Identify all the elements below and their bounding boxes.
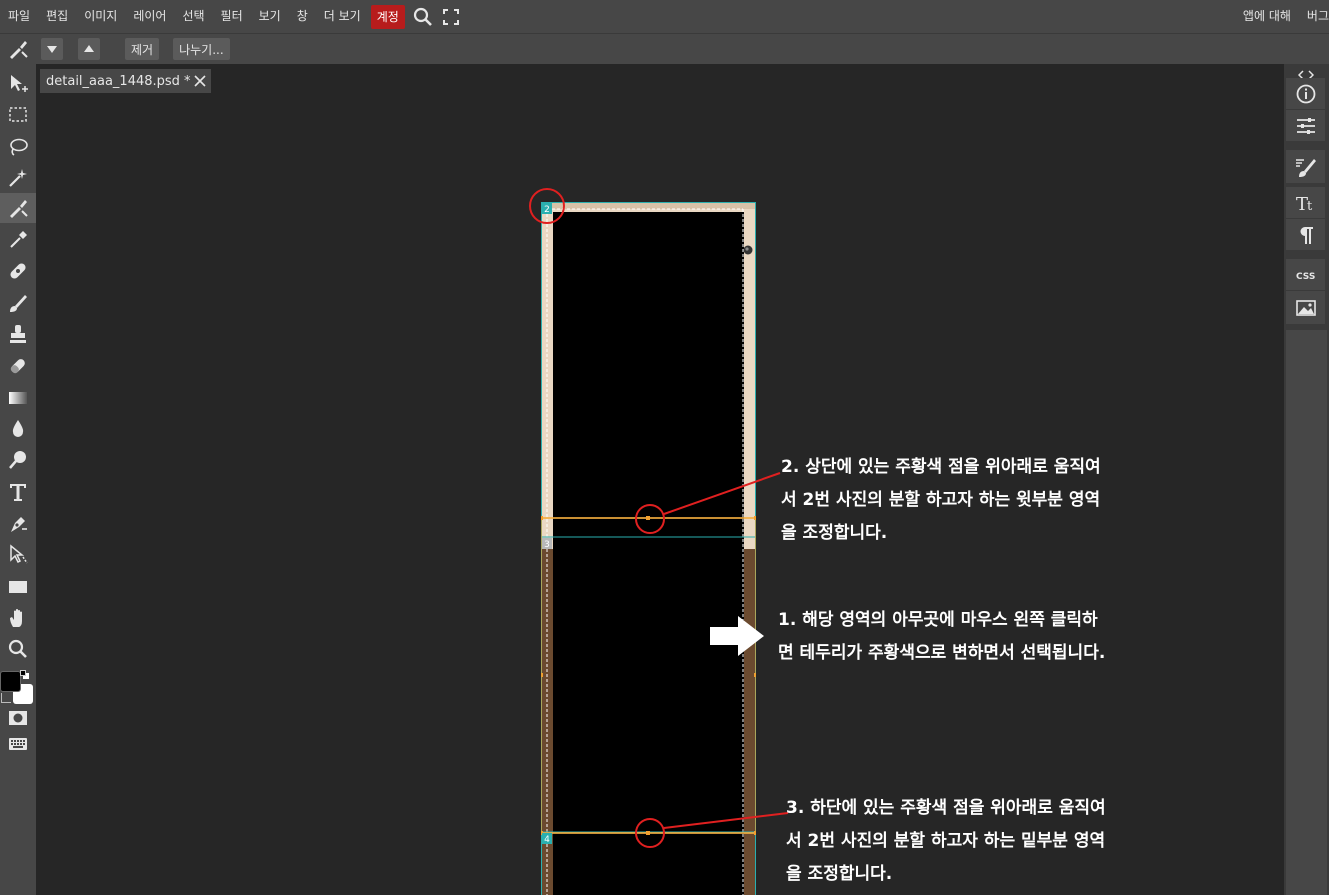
path-select-icon[interactable] — [0, 540, 36, 570]
document-image[interactable]: 2 3 4 — [539, 202, 758, 895]
search-icon[interactable] — [409, 0, 437, 33]
document-canvas[interactable]: 2 3 4 — [539, 202, 758, 895]
menu-about[interactable]: 앱에 대해 — [1235, 0, 1299, 33]
menu-edit[interactable]: 편집 — [38, 0, 76, 33]
healing-icon[interactable] — [0, 256, 36, 286]
annotation-step1-line1: 1. 해당 영역의 아무곳에 마우스 왼쪽 클릭하 — [778, 610, 1098, 630]
triangle-down-icon — [47, 46, 57, 53]
annotation-step3: 3. 하단에 있는 주황색 점을 위아래로 움직여 서 2번 사진의 분할 하고… — [786, 792, 1106, 891]
menu-layer[interactable]: 레이어 — [125, 0, 174, 33]
image-icon[interactable] — [1286, 291, 1325, 324]
shape-icon[interactable] — [0, 572, 36, 602]
hand-icon[interactable] — [0, 603, 36, 633]
panel-area — [1286, 330, 1327, 895]
options-bar: 제거 나누기... — [0, 33, 1329, 64]
zoom-icon[interactable] — [0, 634, 36, 664]
handle-middle-right[interactable] — [754, 673, 758, 677]
annotation-step2: 2. 상단에 있는 주황색 점을 위아래로 움직여 서 2번 사진의 분할 하고… — [781, 451, 1101, 550]
close-icon[interactable] — [190, 71, 210, 91]
slice-icon[interactable] — [0, 193, 36, 223]
color-swatches[interactable] — [0, 668, 36, 706]
tools-panel — [0, 64, 36, 895]
gradient-icon[interactable] — [0, 383, 36, 413]
dodge-icon[interactable] — [0, 445, 36, 475]
handle-top-center[interactable] — [646, 516, 650, 520]
annotation-step3-line1: 3. 하단에 있는 주황색 점을 위아래로 움직여 — [786, 798, 1106, 818]
brush-icon[interactable] — [0, 288, 36, 318]
remove-button[interactable]: 제거 — [125, 38, 160, 60]
handle-bottom-center[interactable] — [646, 831, 650, 835]
slice-number-4: 4 — [544, 835, 550, 845]
type-icon[interactable] — [0, 477, 36, 507]
menu-filter[interactable]: 필터 — [213, 0, 251, 33]
blur-icon[interactable] — [0, 414, 36, 444]
slice-number-3: 3 — [544, 540, 550, 550]
swap-colors-icon[interactable] — [1, 693, 11, 703]
foreground-color-swatch[interactable] — [0, 671, 21, 692]
eyedropper-icon[interactable] — [0, 225, 36, 255]
marquee-icon[interactable] — [0, 100, 36, 130]
handle-top-right[interactable] — [754, 516, 758, 520]
quick-mask-icon[interactable] — [0, 705, 36, 731]
annotation-step3-line3: 을 조정합니다. — [786, 864, 893, 884]
handle-middle-left[interactable] — [539, 673, 543, 677]
menu-bug[interactable]: 버그 — [1299, 0, 1329, 33]
menu-window[interactable]: 창 — [289, 0, 316, 33]
annotation-step2-line3: 을 조정합니다. — [781, 523, 888, 543]
slice-number-2: 2 — [544, 205, 550, 215]
character-icon[interactable]: Tt — [1286, 187, 1325, 218]
default-colors-icon[interactable] — [20, 670, 30, 680]
adjustments-icon[interactable] — [1286, 110, 1325, 141]
annotation-step1: 1. 해당 영역의 아무곳에 마우스 왼쪽 클릭하 면 테두리가 주황색으로 변… — [778, 604, 1105, 670]
document-tab[interactable]: detail_aaa_1448.psd * — [40, 69, 211, 93]
handle-bottom-right[interactable] — [754, 831, 758, 835]
right-panel: Tt CSS — [1284, 64, 1329, 895]
menu-file[interactable]: 파일 — [0, 0, 38, 33]
document-tab-title: detail_aaa_1448.psd * — [46, 73, 191, 89]
css-icon[interactable]: CSS — [1286, 259, 1325, 290]
pen-icon[interactable] — [0, 509, 36, 539]
fullscreen-icon[interactable] — [437, 0, 465, 33]
magic-wand-icon[interactable] — [0, 163, 36, 193]
menu-more[interactable]: 더 보기 — [316, 0, 369, 33]
annotation-step2-line2: 서 2번 사진의 분할 하고자 하는 윗부분 영역 — [781, 490, 1101, 510]
eraser-icon[interactable] — [0, 351, 36, 381]
annotation-step1-line2: 면 테두리가 주황색으로 변하면서 선택됩니다. — [778, 643, 1106, 663]
stamp-icon[interactable] — [0, 319, 36, 349]
split-button[interactable]: 나누기... — [173, 38, 230, 60]
triangle-up-icon — [84, 45, 94, 52]
annotation-step3-line2: 서 2번 사진의 분할 하고자 하는 밑부분 영역 — [786, 831, 1106, 851]
handle-top-left[interactable] — [539, 516, 543, 520]
menu-image[interactable]: 이미지 — [76, 0, 125, 33]
slice-select-icon[interactable] — [0, 34, 36, 65]
menu-view[interactable]: 보기 — [251, 0, 289, 33]
move-up-button[interactable] — [78, 38, 100, 60]
lasso-icon[interactable] — [0, 132, 36, 162]
move-down-button[interactable] — [41, 38, 63, 60]
paragraph-icon[interactable] — [1286, 219, 1325, 250]
info-icon[interactable] — [1286, 78, 1325, 109]
annotation-step2-line1: 2. 상단에 있는 주황색 점을 위아래로 움직여 — [781, 457, 1101, 477]
collapse-panel-icon[interactable] — [1297, 65, 1315, 80]
svg-text:t: t — [1307, 199, 1313, 214]
brush-settings-icon[interactable] — [1286, 150, 1325, 183]
move-icon[interactable] — [0, 69, 36, 99]
svg-text:CSS: CSS — [1296, 272, 1315, 282]
keyboard-icon[interactable] — [0, 731, 36, 757]
menu-select[interactable]: 선택 — [174, 0, 212, 33]
menu-bar: 파일 편집 이미지 레이어 선택 필터 보기 창 더 보기 계정 앱에 대해 버… — [0, 0, 1329, 33]
menu-account[interactable]: 계정 — [370, 4, 405, 29]
